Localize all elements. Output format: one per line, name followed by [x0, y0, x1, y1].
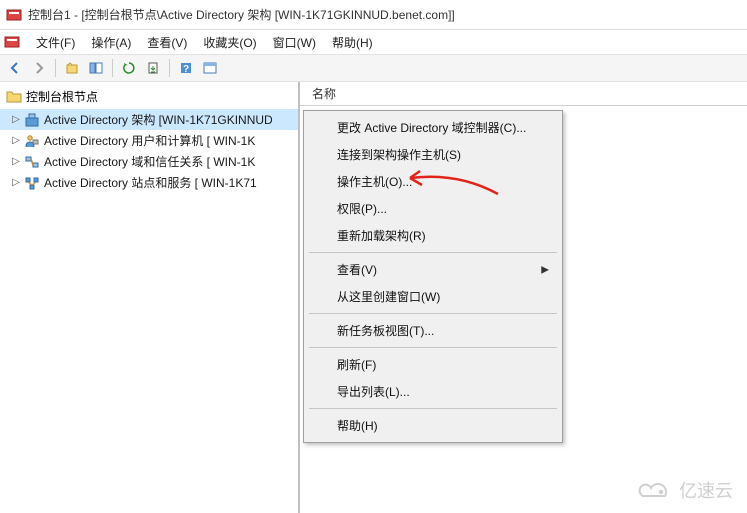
ctx-separator — [309, 408, 557, 409]
help-button[interactable]: ? — [175, 57, 197, 79]
up-button[interactable] — [61, 57, 83, 79]
expand-icon[interactable]: ▷ — [10, 177, 22, 189]
forward-button[interactable] — [28, 57, 50, 79]
menu-help[interactable]: 帮助(H) — [324, 31, 381, 54]
ctx-change-dc[interactable]: 更改 Active Directory 域控制器(C)... — [307, 114, 559, 141]
menu-file[interactable]: 文件(F) — [28, 31, 83, 54]
ctx-view[interactable]: 查看(V) ▶ — [307, 256, 559, 283]
tree-node-ad-trusts[interactable]: ▷ Active Directory 域和信任关系 [ WIN-1K — [0, 151, 298, 172]
toolbar: ? — [0, 54, 747, 82]
tree-node-label: Active Directory 架构 [WIN-1K71GKINNUD — [44, 111, 273, 128]
ctx-connect-schema[interactable]: 连接到架构操作主机(S) — [307, 141, 559, 168]
window-title: 控制台1 - [控制台根节点\Active Directory 架构 [WIN-… — [28, 6, 455, 23]
ad-sites-icon — [24, 175, 40, 191]
svg-text:?: ? — [183, 64, 189, 75]
action-pane-button[interactable] — [199, 57, 221, 79]
app-icon — [6, 7, 22, 23]
tree-root-label: 控制台根节点 — [26, 88, 98, 105]
ad-users-icon — [24, 133, 40, 149]
watermark-logo-icon — [637, 480, 673, 500]
column-name[interactable]: 名称 — [300, 82, 348, 106]
tree-node-ad-schema[interactable]: ▷ Active Directory 架构 [WIN-1K71GKINNUD — [0, 109, 298, 130]
menu-favorites[interactable]: 收藏夹(O) — [195, 31, 264, 54]
menu-window[interactable]: 窗口(W) — [265, 31, 324, 54]
tree-node-ad-sites[interactable]: ▷ Active Directory 站点和服务 [ WIN-1K71 — [0, 172, 298, 193]
folder-icon — [6, 89, 22, 105]
ctx-help[interactable]: 帮助(H) — [307, 412, 559, 439]
back-button[interactable] — [4, 57, 26, 79]
tree-node-label: Active Directory 站点和服务 [ WIN-1K71 — [44, 174, 257, 191]
ctx-export-list[interactable]: 导出列表(L)... — [307, 378, 559, 405]
menu-bar: 文件(F) 操作(A) 查看(V) 收藏夹(O) 窗口(W) 帮助(H) — [0, 30, 747, 54]
context-menu: 更改 Active Directory 域控制器(C)... 连接到架构操作主机… — [303, 110, 563, 443]
expand-icon[interactable]: ▷ — [10, 114, 22, 126]
tree-root-node[interactable]: 控制台根节点 — [0, 84, 298, 109]
mmc-icon — [4, 34, 20, 50]
ctx-operations-master[interactable]: 操作主机(O)... — [307, 168, 559, 195]
toolbar-separator — [112, 59, 113, 77]
tree-node-label: Active Directory 域和信任关系 [ WIN-1K — [44, 153, 255, 170]
ctx-reload-schema[interactable]: 重新加载架构(R) — [307, 222, 559, 249]
tree-node-label: Active Directory 用户和计算机 [ WIN-1K — [44, 132, 255, 149]
tree-pane: 控制台根节点 ▷ Active Directory 架构 [WIN-1K71GK… — [0, 82, 300, 513]
export-button[interactable] — [142, 57, 164, 79]
title-bar: 控制台1 - [控制台根节点\Active Directory 架构 [WIN-… — [0, 0, 747, 30]
toolbar-separator — [55, 59, 56, 77]
watermark-text: 亿速云 — [679, 477, 733, 503]
ctx-separator — [309, 252, 557, 253]
tree-node-ad-users[interactable]: ▷ Active Directory 用户和计算机 [ WIN-1K — [0, 130, 298, 151]
ctx-new-window[interactable]: 从这里创建窗口(W) — [307, 283, 559, 310]
menu-action[interactable]: 操作(A) — [83, 31, 139, 54]
watermark: 亿速云 — [637, 477, 733, 503]
ad-schema-icon — [24, 112, 40, 128]
expand-icon[interactable]: ▷ — [10, 135, 22, 147]
toolbar-separator — [169, 59, 170, 77]
ctx-permissions[interactable]: 权限(P)... — [307, 195, 559, 222]
refresh-button[interactable] — [118, 57, 140, 79]
list-header: 名称 — [300, 82, 747, 106]
ctx-refresh[interactable]: 刷新(F) — [307, 351, 559, 378]
ctx-new-taskpad[interactable]: 新任务板视图(T)... — [307, 317, 559, 344]
show-hide-tree-button[interactable] — [85, 57, 107, 79]
expand-icon[interactable]: ▷ — [10, 156, 22, 168]
menu-view[interactable]: 查看(V) — [139, 31, 195, 54]
submenu-arrow-icon: ▶ — [541, 264, 549, 275]
ad-trusts-icon — [24, 154, 40, 170]
ctx-separator — [309, 313, 557, 314]
ctx-view-label: 查看(V) — [337, 263, 377, 277]
ctx-separator — [309, 347, 557, 348]
